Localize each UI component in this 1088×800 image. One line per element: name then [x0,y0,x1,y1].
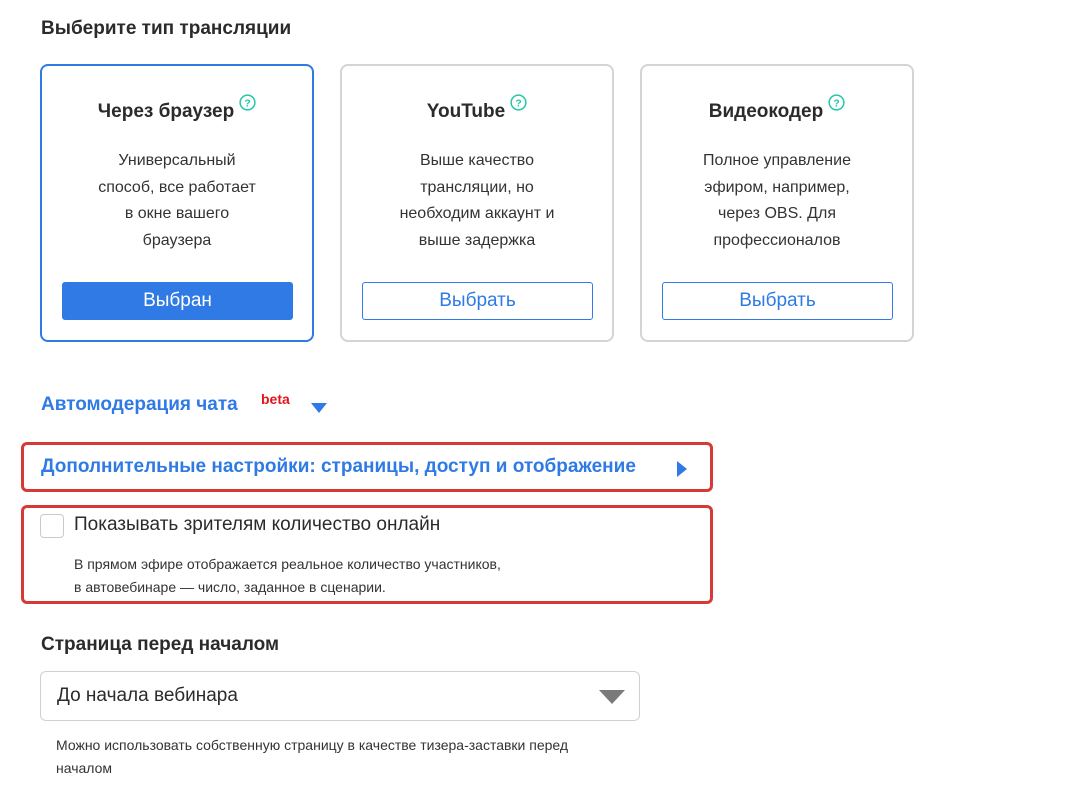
card-description: Универсальный способ, все работает в окн… [62,148,292,254]
hint-line: Можно использовать собственную страницу … [56,737,569,753]
description-line: эфиром, например, [704,178,850,196]
selected-button[interactable]: Выбран [62,282,293,320]
svg-text:?: ? [834,98,840,109]
question-circle-icon[interactable]: ? [828,94,845,111]
select-value: До начала вебинара [57,685,238,706]
show-online-count-hint: В прямом эфире отображается реальное кол… [74,553,501,599]
card-title: YouTube [426,101,506,122]
hint-line: началом [56,760,113,776]
card-description: Выше качество трансляции, но необходим а… [362,148,592,254]
caret-down-icon[interactable] [311,403,327,413]
beta-badge: beta [261,391,290,407]
description-line: Универсальный [118,152,236,169]
description-line: Полное управление [703,152,851,169]
description-line: браузера [142,231,212,249]
page-before-start-select[interactable]: До начала вебинара [40,671,640,721]
page-before-start-hint: Можно использовать собственную страницу … [56,734,568,780]
select-button[interactable]: Выбрать [662,282,893,320]
show-online-count-label[interactable]: Показывать зрителям количество онлайн [74,514,440,536]
card-title: Через браузер [97,101,235,122]
card-title: Видеокодер [708,101,824,122]
page-before-start-title: Страница перед началом [41,634,280,655]
description-line: Выше качество [419,152,535,169]
section-title: Выберите тип трансляции [41,18,292,39]
description-line: способ, все работает [98,178,256,196]
card-description: Полное управление эфиром, например, чере… [662,148,892,254]
description-line: выше задержка [418,231,536,249]
card-title-row: YouTube? [342,94,612,123]
card-title-row: Через браузер? [42,94,312,123]
stream-type-card-encoder[interactable]: Видеокодер? Полное управление эфиром, на… [640,64,914,342]
description-line: трансляции, но [420,178,534,196]
hint-line: В прямом эфире отображается реальное кол… [74,556,501,572]
stream-type-card-browser[interactable]: Через браузер? Универсальный способ, все… [40,64,314,342]
question-circle-icon[interactable]: ? [510,94,527,111]
description-line: необходим аккаунт и [399,205,555,222]
advanced-settings-toggle[interactable]: Дополнительные настройки: страницы, дост… [41,456,636,478]
description-line: в окне вашего [124,205,230,222]
hint-line: в автовебинаре — число, заданное в сцена… [74,579,386,595]
caret-down-icon [599,690,625,704]
caret-right-icon[interactable] [677,461,687,477]
question-circle-icon[interactable]: ? [239,94,256,111]
stream-type-card-youtube[interactable]: YouTube? Выше качество трансляции, но не… [340,64,614,342]
description-line: через OBS. Для [718,205,836,222]
show-online-count-checkbox[interactable] [40,514,64,538]
svg-text:?: ? [516,98,522,109]
select-button[interactable]: Выбрать [362,282,593,320]
card-title-row: Видеокодер? [642,94,912,123]
description-line: профессионалов [713,231,841,249]
svg-text:?: ? [245,98,251,109]
automoderation-toggle[interactable]: Автомодерация чата [41,394,238,416]
